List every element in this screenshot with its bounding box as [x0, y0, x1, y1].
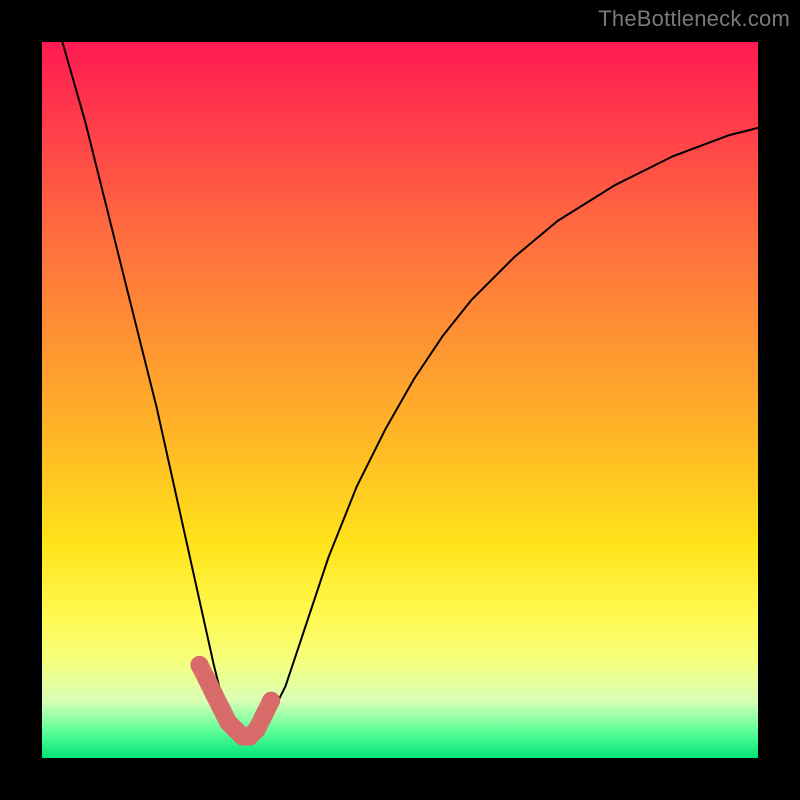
chart-frame: TheBottleneck.com — [0, 0, 800, 800]
curve-svg — [42, 42, 758, 758]
highlight-dots — [191, 656, 281, 746]
plot-area — [42, 42, 758, 758]
watermark-text: TheBottleneck.com — [598, 6, 790, 32]
bottleneck-curve — [42, 0, 758, 744]
highlight-dot — [262, 692, 280, 710]
